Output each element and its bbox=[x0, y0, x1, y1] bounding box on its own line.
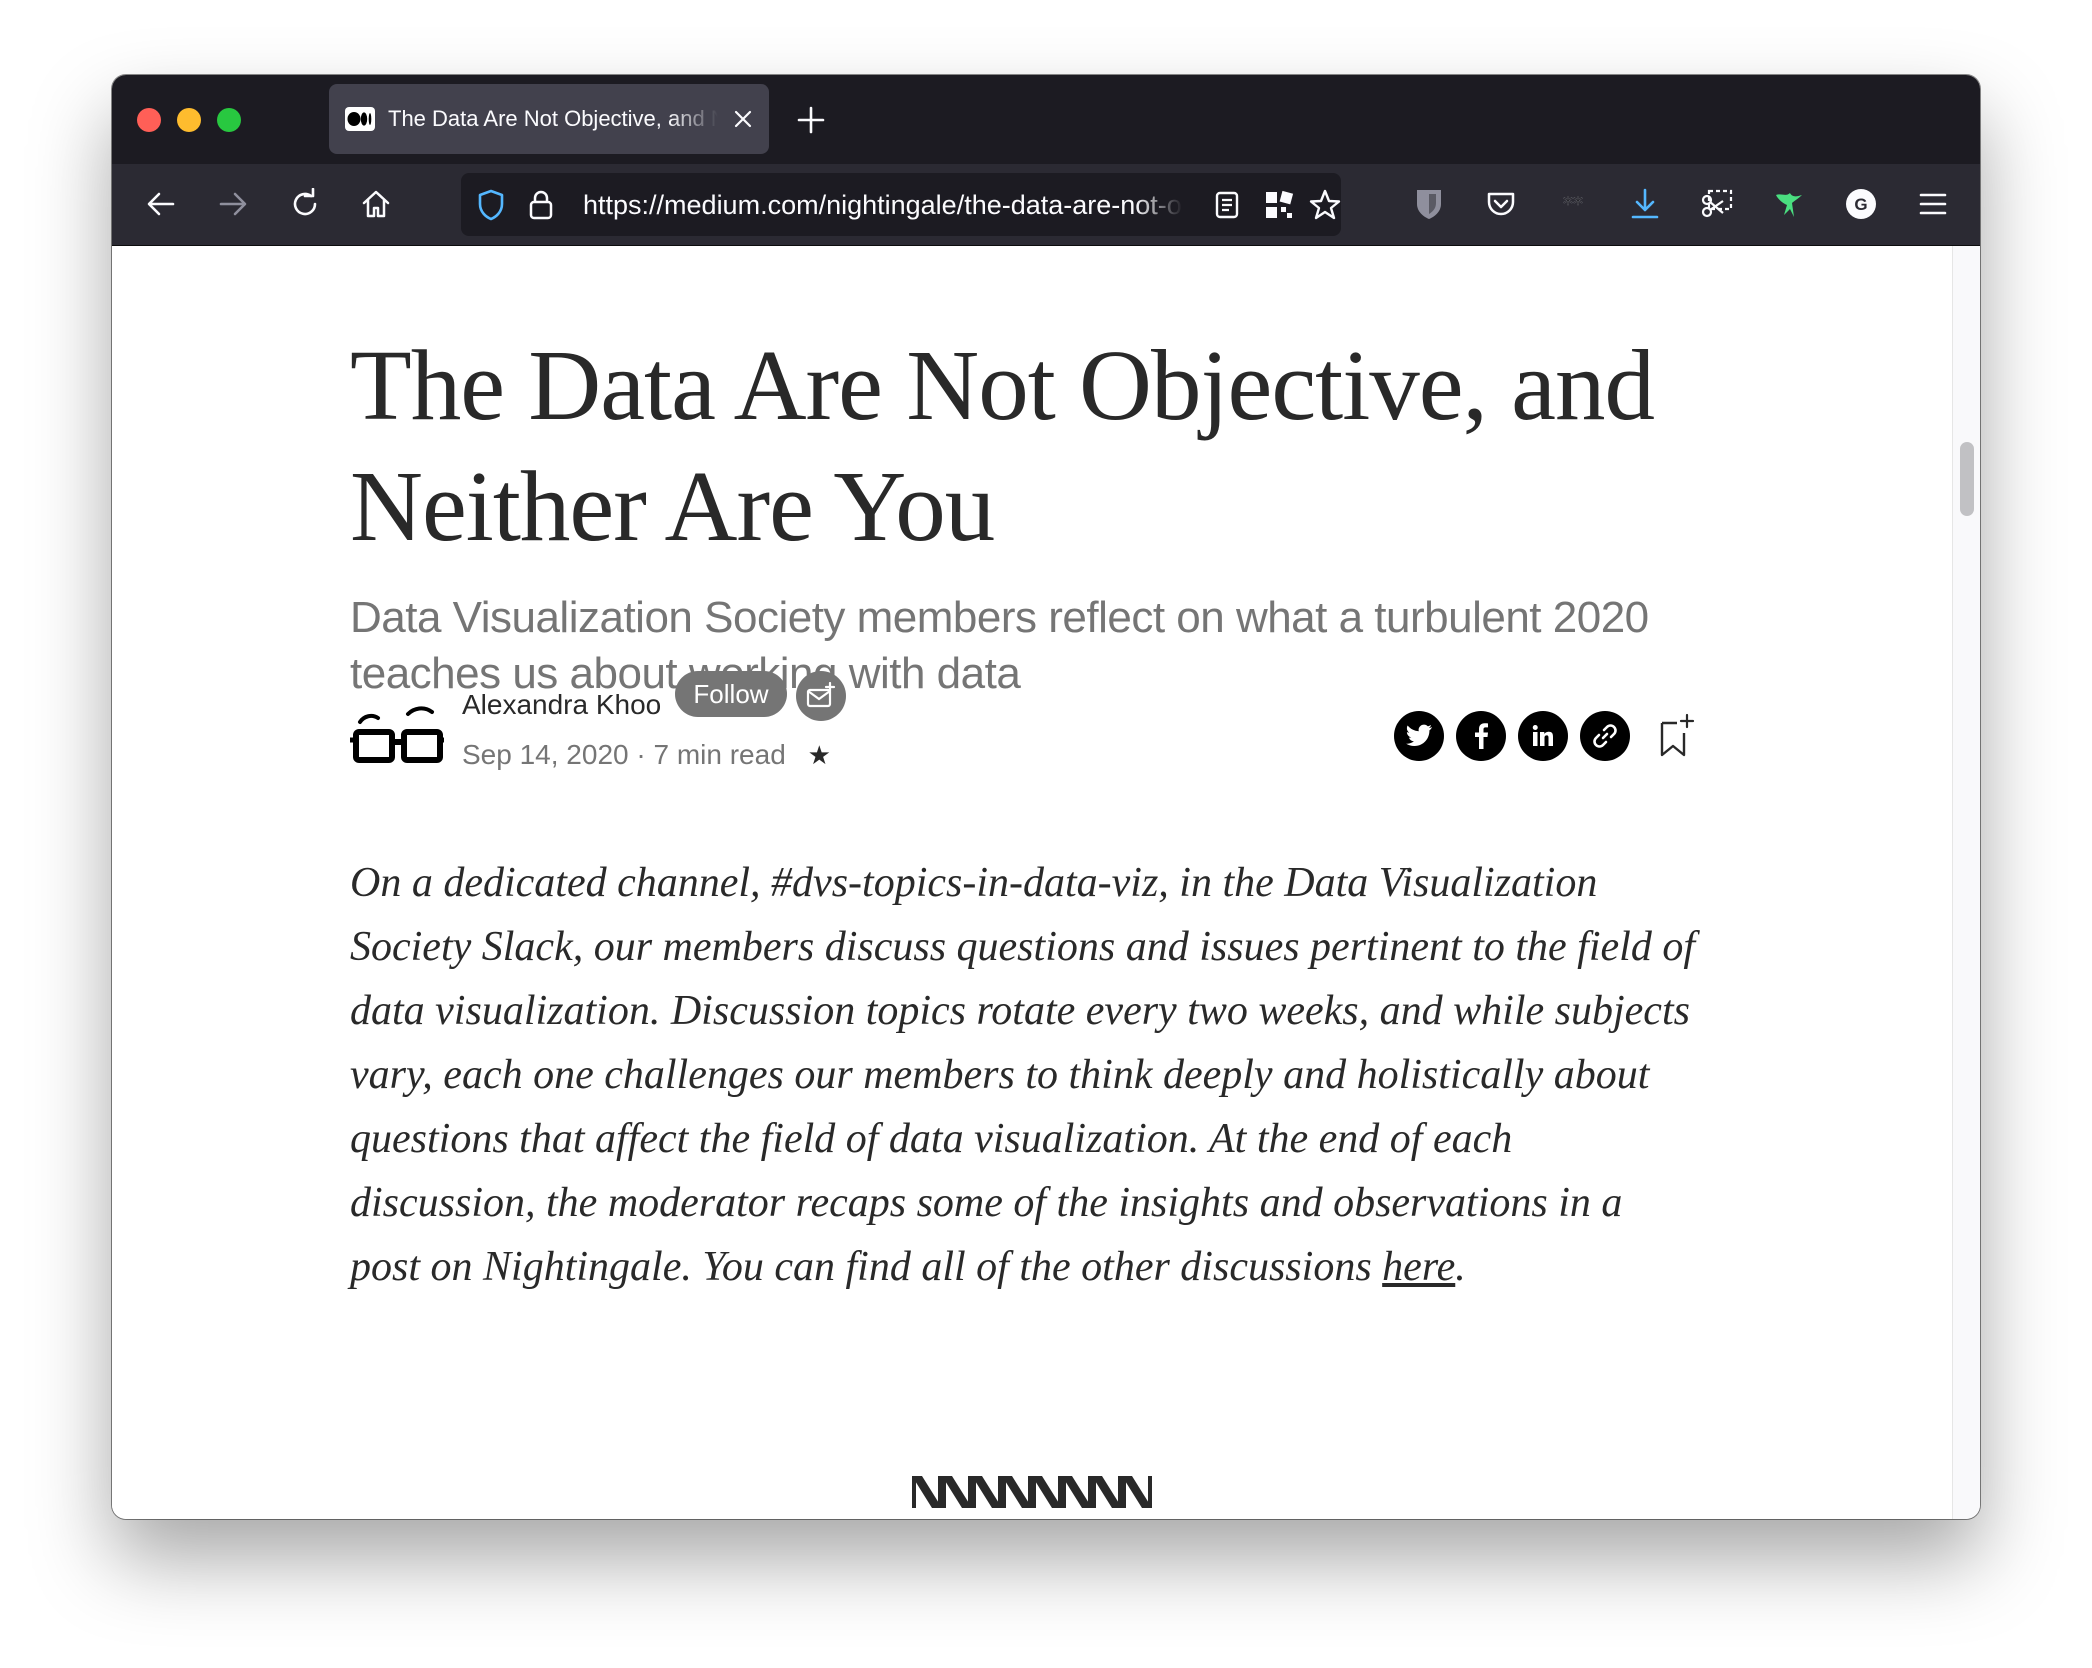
body-line-7: post on Nightingale. You can find all of… bbox=[350, 1235, 1750, 1299]
grammarly-icon[interactable]: G bbox=[1841, 184, 1881, 224]
pocket-icon[interactable] bbox=[1481, 184, 1521, 224]
tab-strip: The Data Are Not Objective, and Neither … bbox=[112, 75, 1980, 164]
tab-active[interactable]: The Data Are Not Objective, and Neither … bbox=[329, 84, 769, 154]
svg-text:**: ** bbox=[1563, 196, 1583, 212]
body-line-5: questions that affect the field of data … bbox=[350, 1116, 1513, 1162]
article-title-line-1: The Data Are Not Objective, and bbox=[350, 329, 1655, 441]
close-window-button[interactable] bbox=[137, 108, 161, 132]
linkedin-icon bbox=[1532, 725, 1553, 746]
medium-logo-icon bbox=[345, 107, 375, 131]
read-time: 7 min read bbox=[653, 739, 786, 770]
home-button[interactable] bbox=[356, 184, 396, 224]
menu-hamburger-icon[interactable] bbox=[1913, 184, 1953, 224]
new-tab-button[interactable] bbox=[796, 105, 826, 135]
link-icon bbox=[1593, 724, 1617, 748]
bird-extension-icon[interactable] bbox=[1769, 184, 1809, 224]
page-content: The Data Are Not Objective, and Neither … bbox=[112, 246, 1952, 1519]
reload-button[interactable] bbox=[285, 184, 325, 224]
twitter-icon bbox=[1406, 724, 1432, 746]
glasses-avatar-icon bbox=[350, 706, 444, 763]
forward-arrow-icon bbox=[219, 192, 247, 216]
url-text[interactable]: https://medium.com/nightingale/the-data-… bbox=[583, 190, 1183, 221]
minimize-window-button[interactable] bbox=[177, 108, 201, 132]
close-tab-icon[interactable] bbox=[731, 107, 755, 131]
publish-date: Sep 14, 2020 bbox=[462, 739, 629, 770]
body-line-4: vary, each one challenges our members to… bbox=[350, 1052, 1650, 1098]
browser-window: The Data Are Not Objective, and Neither … bbox=[112, 75, 1980, 1519]
reader-view-icon[interactable] bbox=[1209, 187, 1245, 223]
address-bar[interactable]: https://medium.com/nightingale/the-data-… bbox=[461, 173, 1341, 236]
qr-code-icon[interactable] bbox=[1261, 187, 1297, 223]
body-line-2: Society Slack, our members discuss quest… bbox=[350, 924, 1695, 970]
body-line-1: On a dedicated channel, #dvs-topics-in-d… bbox=[350, 860, 1598, 906]
article-title: The Data Are Not Objective, and Neither … bbox=[350, 325, 1770, 567]
subscribe-email-button[interactable] bbox=[796, 671, 846, 721]
member-only-star-icon: ★ bbox=[807, 740, 831, 770]
author-avatar[interactable] bbox=[348, 684, 444, 780]
facebook-icon bbox=[1475, 723, 1488, 749]
vertical-scrollbar[interactable] bbox=[1952, 246, 1980, 1519]
tracking-protection-shield-icon[interactable] bbox=[473, 187, 509, 223]
bitwarden-extension-icon[interactable] bbox=[1409, 184, 1449, 224]
share-twitter-button[interactable] bbox=[1394, 711, 1444, 761]
article-subtitle-line-1: Data Visualization Society members refle… bbox=[350, 593, 1649, 642]
email-subscribe-icon bbox=[806, 682, 836, 708]
body-line-3: data visualization. Discussion topics ro… bbox=[350, 988, 1690, 1034]
copy-link-button[interactable] bbox=[1580, 711, 1630, 761]
navigation-toolbar: https://medium.com/nightingale/the-data-… bbox=[112, 164, 1980, 246]
scrollbar-thumb[interactable] bbox=[1960, 442, 1974, 516]
body-line-6: discussion, the moderator recaps some of… bbox=[350, 1180, 1623, 1226]
body-line-7-text: post on Nightingale. You can find all of… bbox=[350, 1244, 1383, 1290]
discussions-here-link[interactable]: here bbox=[1382, 1244, 1455, 1290]
author-name[interactable]: Alexandra Khoo bbox=[462, 689, 661, 721]
back-button[interactable] bbox=[141, 184, 181, 224]
share-linkedin-button[interactable] bbox=[1518, 711, 1568, 761]
meta-separator: · bbox=[636, 739, 646, 770]
forward-button[interactable] bbox=[213, 184, 253, 224]
article-intro-paragraph: On a dedicated channel, #dvs-topics-in-d… bbox=[350, 851, 1750, 1299]
follow-button[interactable]: Follow bbox=[675, 671, 787, 717]
reload-icon bbox=[293, 188, 317, 216]
svg-text:G: G bbox=[1854, 195, 1867, 214]
article-subtitle: Data Visualization Society members refle… bbox=[350, 590, 1770, 702]
home-icon bbox=[362, 190, 390, 218]
tab-title: The Data Are Not Objective, and Neither … bbox=[388, 106, 718, 131]
screenshot-icon[interactable] bbox=[1697, 184, 1737, 224]
downloads-icon[interactable] bbox=[1625, 184, 1665, 224]
article-meta: Sep 14, 2020 · 7 min read ★ bbox=[462, 739, 831, 771]
save-bookmark-button[interactable] bbox=[1657, 713, 1697, 759]
bookmark-star-icon[interactable] bbox=[1307, 187, 1343, 223]
body-line-7-period: . bbox=[1455, 1244, 1466, 1290]
lock-icon[interactable] bbox=[523, 187, 559, 223]
section-divider-ornament bbox=[912, 1476, 1152, 1508]
article-title-line-2: Neither Are You bbox=[350, 450, 995, 562]
share-facebook-button[interactable] bbox=[1456, 711, 1506, 761]
bookmark-add-icon bbox=[1660, 713, 1695, 757]
zoom-window-button[interactable] bbox=[217, 108, 241, 132]
extension-dots-icon[interactable]: ** bbox=[1553, 184, 1593, 224]
back-arrow-icon bbox=[147, 192, 175, 216]
